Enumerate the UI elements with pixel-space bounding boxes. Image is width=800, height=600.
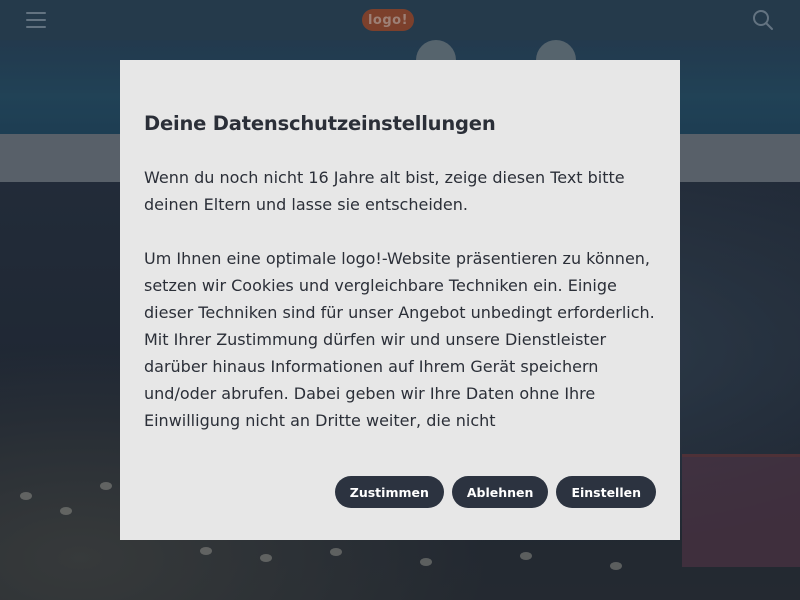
reject-button[interactable]: Ablehnen — [451, 476, 549, 508]
settings-button[interactable]: Einstellen — [556, 476, 656, 508]
dialog-title: Deine Datenschutzeinstellungen — [144, 112, 496, 135]
dialog-body-text[interactable]: Wenn du noch nicht 16 Jahre alt bist, ze… — [144, 164, 664, 436]
dialog-paragraph-cookie-info: Um Ihnen eine optimale logo!-Website prä… — [144, 249, 655, 430]
privacy-consent-dialog: Deine Datenschutzeinstellungen Wenn du n… — [120, 60, 680, 540]
dialog-paragraph-age-notice: Wenn du noch nicht 16 Jahre alt bist, ze… — [144, 168, 625, 214]
accept-button[interactable]: Zustimmen — [334, 476, 444, 508]
dialog-button-row: Zustimmen Ablehnen Einstellen — [334, 476, 656, 508]
